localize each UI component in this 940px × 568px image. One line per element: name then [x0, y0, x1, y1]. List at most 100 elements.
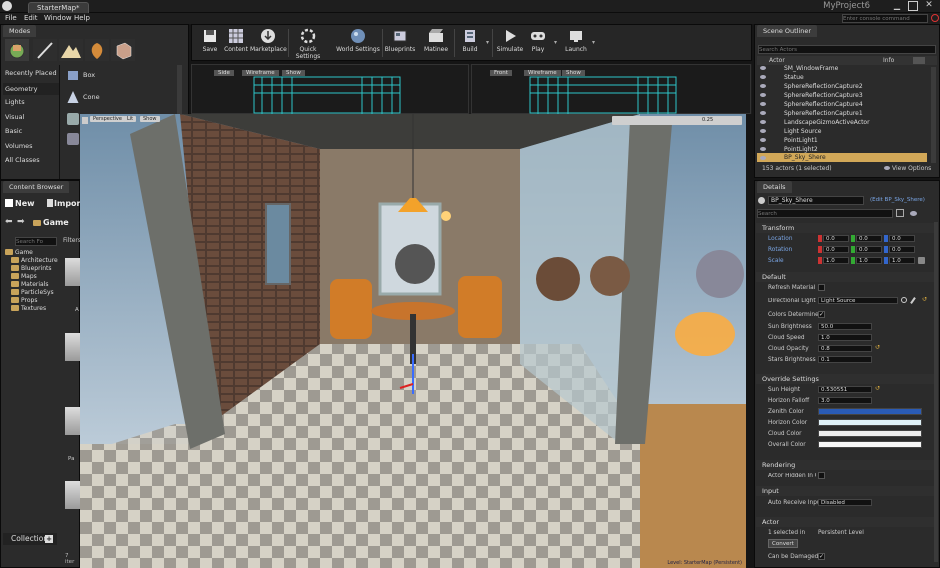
visibility-eye-icon[interactable]	[760, 102, 766, 106]
mode-category-visual[interactable]: Visual	[5, 113, 24, 121]
rotation-z-field[interactable]: 0.0	[889, 246, 915, 253]
document-tab[interactable]: StarterMap*	[28, 2, 89, 13]
actor-search-input[interactable]	[758, 45, 936, 54]
add-collection-icon[interactable]: +	[45, 535, 53, 543]
outliner-row[interactable]: LandscapeGizmoActiveActor	[784, 118, 934, 127]
actor-hidden-checkbox[interactable]	[818, 472, 825, 479]
zenith-color-swatch[interactable]	[818, 408, 922, 415]
visibility-eye-icon[interactable]	[760, 138, 766, 142]
scene-outliner-tab[interactable]: Scene Outliner	[757, 25, 818, 37]
outliner-row[interactable]: SphereReflectionCapture1	[784, 109, 934, 118]
menu-window[interactable]: Window	[44, 14, 72, 22]
tree-item-materials[interactable]: Materials	[5, 281, 59, 289]
geometry-item-cone[interactable]: Cone	[83, 93, 100, 101]
tree-item-props[interactable]: Props	[5, 297, 59, 305]
scale-z-field[interactable]: 1.0	[889, 257, 915, 264]
play-dropdown-arrow-icon[interactable]: ▾	[554, 39, 557, 46]
actor-name-field[interactable]: BP_Sky_Shere	[768, 196, 864, 205]
side-viewport-label[interactable]: Side	[214, 70, 234, 76]
show-toggle[interactable]: Show	[140, 116, 160, 122]
refresh-material-checkbox[interactable]	[818, 284, 825, 291]
close-button[interactable]: ✕	[922, 0, 936, 12]
view-options-button[interactable]: View Options	[884, 165, 931, 172]
tree-item-particlesys[interactable]: ParticleSys	[5, 289, 59, 297]
perspective-toggle[interactable]: Perspective	[90, 116, 125, 122]
paint-mode-icon[interactable]	[33, 39, 57, 61]
scale-y-field[interactable]: 1.0	[856, 257, 882, 264]
toolbar-marketplace-button[interactable]: Marketplace	[250, 27, 287, 59]
content-browser-tab[interactable]: Content Browser	[3, 181, 70, 193]
transform-section-header[interactable]: Transform	[756, 223, 936, 233]
toolbar-content-button[interactable]: Content	[220, 27, 252, 59]
mode-category-geometry[interactable]: Geometry	[3, 83, 59, 95]
outliner-row[interactable]: Light Source	[784, 127, 934, 136]
front-viewport-label[interactable]: Front	[490, 70, 512, 76]
property-matrix-icon[interactable]	[896, 209, 904, 217]
outliner-row[interactable]: SphereReflectionCapture2	[784, 82, 934, 91]
mode-category-recently-placed[interactable]: Recently Placed	[5, 69, 57, 77]
location-z-field[interactable]: 0.0	[889, 235, 915, 242]
toolbar-world-settings-button[interactable]: World Settings	[336, 27, 380, 59]
reset-arrow-icon[interactable]: ↺	[875, 385, 880, 392]
toolbar-quick-settings-button[interactable]: Quick Settings	[288, 27, 328, 60]
camera-speed-value[interactable]: 0.25	[702, 117, 713, 123]
outliner-row[interactable]: SphereReflectionCapture3	[784, 91, 934, 100]
tree-item-maps[interactable]: Maps	[5, 273, 59, 281]
modes-tab[interactable]: Modes	[3, 25, 37, 37]
foliage-mode-icon[interactable]	[85, 39, 109, 61]
outliner-row[interactable]: SphereReflectionCapture4	[784, 100, 934, 109]
transform-tools[interactable]	[612, 116, 742, 125]
visibility-eye-icon[interactable]	[760, 93, 766, 97]
perspective-viewport[interactable]: Perspective Lit Show 0.25 Level: Starter…	[80, 114, 746, 568]
outliner-row[interactable]: PointLight1	[784, 136, 934, 145]
search-icon[interactable]	[901, 297, 907, 303]
default-section-header[interactable]: Default	[756, 272, 936, 282]
visibility-eye-icon[interactable]	[760, 75, 766, 79]
content-search-input[interactable]	[15, 237, 57, 246]
details-search-input[interactable]	[757, 209, 893, 218]
location-x-field[interactable]: 0.0	[823, 235, 849, 242]
path-breadcrumb[interactable]: Game	[33, 218, 69, 227]
filters-label[interactable]: Filters	[63, 237, 81, 244]
launch-dropdown-arrow-icon[interactable]: ▾	[592, 39, 595, 46]
directional-light-dropdown[interactable]: Light Source	[818, 297, 898, 304]
toolbar-blueprints-button[interactable]: Blueprints	[382, 27, 418, 59]
can-be-damaged-checkbox[interactable]: ✓	[818, 553, 825, 560]
stars-brightness-field[interactable]: 0.1	[818, 356, 872, 363]
horizon-color-swatch[interactable]	[818, 419, 922, 426]
forward-arrow-icon[interactable]: ➡	[17, 217, 25, 227]
rotation-y-field[interactable]: 0.0	[856, 246, 882, 253]
tree-item-blueprints[interactable]: Blueprints	[5, 265, 59, 273]
cloud-color-swatch[interactable]	[818, 430, 922, 437]
visibility-eye-icon[interactable]	[760, 120, 766, 124]
visibility-eye-icon[interactable]	[760, 84, 766, 88]
outliner-row-selected[interactable]: BP_Sky_Shere	[784, 153, 934, 162]
tree-item-game[interactable]: Game	[5, 249, 59, 257]
import-button[interactable]: Import	[47, 199, 81, 208]
no-entry-icon[interactable]	[931, 14, 939, 22]
build-dropdown-arrow-icon[interactable]: ▾	[486, 39, 489, 46]
location-y-field[interactable]: 0.0	[856, 235, 882, 242]
geometry-item-box[interactable]: Box	[83, 71, 95, 79]
geometry-edit-mode-icon[interactable]	[111, 39, 135, 61]
visibility-eye-icon[interactable]	[760, 147, 766, 151]
menu-edit[interactable]: Edit	[24, 14, 38, 22]
rendering-section-header[interactable]: Rendering	[756, 460, 936, 470]
sun-height-field[interactable]: 0.530551	[818, 386, 872, 393]
place-mode-icon[interactable]	[5, 39, 29, 61]
mode-category-all-classes[interactable]: All Classes	[5, 156, 40, 164]
details-scrollbar[interactable]	[934, 222, 938, 562]
outliner-row[interactable]: SM_WindowFrame	[784, 64, 934, 73]
reset-arrow-icon[interactable]: ↺	[875, 344, 880, 351]
overall-color-swatch[interactable]	[818, 441, 922, 448]
visibility-eye-icon[interactable]	[910, 211, 917, 216]
scale-lock-icon[interactable]	[918, 257, 925, 264]
console-input[interactable]	[842, 14, 928, 23]
viewport-options-button[interactable]	[82, 117, 88, 124]
mode-category-lights[interactable]: Lights	[5, 98, 25, 106]
front-viewport[interactable]: Front Wireframe Show	[471, 64, 751, 115]
menu-help[interactable]: Help	[74, 14, 90, 22]
visibility-eye-icon[interactable]	[760, 66, 766, 70]
visibility-eye-icon[interactable]	[760, 129, 766, 133]
info-column-header[interactable]: Info	[883, 57, 894, 64]
